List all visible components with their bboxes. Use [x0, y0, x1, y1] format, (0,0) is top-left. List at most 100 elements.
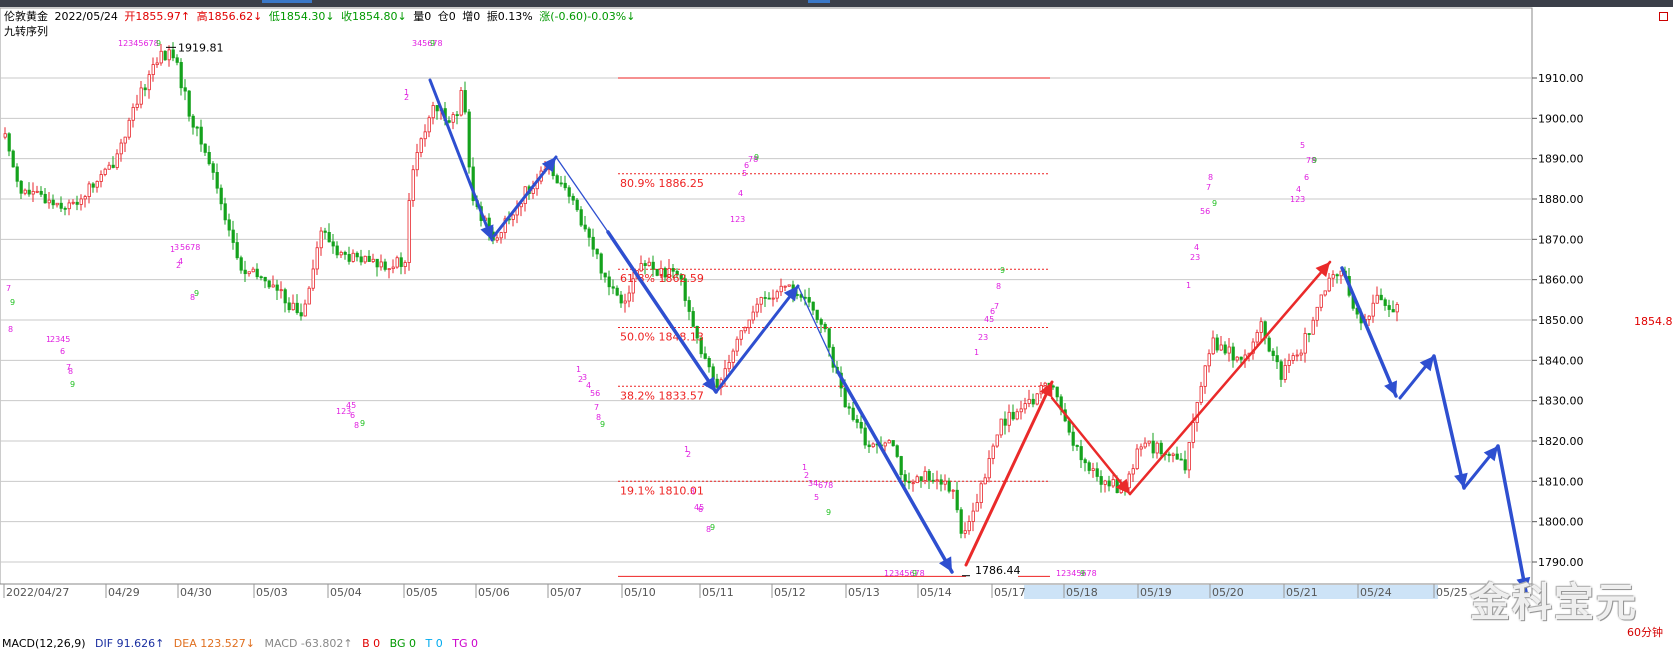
td-count-mark: 6	[350, 411, 355, 420]
candle-body	[231, 229, 235, 243]
candle-body	[107, 164, 111, 170]
candle-body	[23, 189, 27, 194]
candle-body	[1279, 361, 1283, 380]
candle-body	[1099, 476, 1103, 485]
candle-body	[1227, 346, 1231, 354]
td-count-mark: 9	[1000, 266, 1005, 275]
td-count-mark: 5678	[180, 243, 200, 252]
price-axis-label: 1900.00	[1538, 112, 1584, 125]
td-count-mark: 9	[826, 508, 831, 517]
candle-body	[255, 268, 259, 278]
candle-body	[371, 258, 375, 262]
time-axis-label: 05/18	[1066, 586, 1098, 599]
candle-body	[1023, 403, 1027, 410]
td-count-mark: 12345678	[118, 39, 159, 48]
candle-body	[615, 287, 619, 296]
candle-body	[863, 427, 867, 446]
candle-body	[267, 280, 271, 288]
candle-body	[827, 328, 831, 348]
td-count-mark: 2	[686, 450, 691, 459]
candle-body	[327, 231, 331, 243]
candle-body	[35, 190, 39, 193]
candle-body	[859, 421, 863, 429]
candle-body	[1011, 411, 1015, 420]
td-count-mark: 12345678	[884, 569, 925, 578]
candle-body	[1375, 294, 1379, 304]
td-count-mark: 6	[1304, 173, 1309, 182]
candle-body	[175, 57, 179, 63]
candle-body	[151, 64, 155, 76]
candle-body	[7, 133, 11, 152]
candle-body	[1015, 411, 1019, 420]
td-count-mark: 345678	[412, 39, 443, 48]
candle-body	[367, 255, 371, 262]
period-selector[interactable]: 60分钟	[1627, 624, 1663, 640]
candle-body	[299, 312, 303, 317]
candle-body	[999, 418, 1003, 436]
candle-body	[1283, 365, 1287, 380]
indicator-name-label[interactable]: 九转序列	[4, 25, 48, 39]
candle-body	[1083, 459, 1087, 464]
candle-body	[883, 442, 887, 447]
candle-body	[1111, 479, 1115, 487]
candle-body	[1295, 354, 1299, 357]
quote-info-bar: 伦敦黄金 2022/05/24 开1855.97↑ 高1856.62↓ 低185…	[4, 10, 638, 24]
candle-body	[1215, 337, 1219, 351]
candle-body	[855, 419, 859, 423]
candle-body	[187, 90, 191, 117]
candle-body	[463, 90, 467, 113]
candle-body	[247, 271, 251, 275]
macd-name[interactable]: MACD(12,26,9)	[2, 637, 86, 650]
price-chart[interactable]: 1910.00 1900.00 1890.00 1880.00 1870.00 1860.…	[0, 0, 1673, 650]
td-count-mark: 23	[1190, 253, 1200, 262]
candle-body	[939, 479, 943, 485]
increase: 增0	[462, 10, 481, 23]
td-count-mark: 7	[994, 302, 999, 311]
candle-body	[139, 87, 143, 105]
candle-body	[759, 297, 763, 305]
td-count-mark: 1	[1186, 281, 1191, 290]
candle-body	[1019, 408, 1023, 413]
candle-body	[1255, 332, 1259, 343]
candle-body	[1331, 274, 1335, 279]
candle-body	[1299, 352, 1303, 356]
candle-body	[171, 49, 175, 59]
candle-body	[775, 291, 779, 299]
candle-body	[803, 296, 807, 299]
candle-body	[1159, 442, 1163, 455]
candle-body	[1127, 473, 1131, 489]
open-price: 开1855.97↑	[124, 10, 191, 23]
candle-body	[99, 174, 103, 182]
candle-body	[811, 301, 815, 311]
candle-body	[571, 195, 575, 201]
td-count-mark: 1	[974, 348, 979, 357]
candle-body	[1267, 337, 1271, 352]
candle-body	[75, 201, 79, 205]
candle-body	[103, 168, 107, 175]
candle-body	[63, 207, 67, 210]
candle-body	[1211, 337, 1215, 355]
close-icon[interactable]	[1659, 12, 1668, 21]
time-axis-label: 05/20	[1212, 586, 1244, 599]
price-axis-label: 1800.00	[1538, 516, 1584, 529]
price-axis-label: 1910.00	[1538, 72, 1584, 85]
time-axis-label: 05/24	[1360, 586, 1392, 599]
macd-dif: DIF 91.626↑	[95, 637, 165, 650]
candle-body	[627, 292, 631, 302]
td-count-mark: 123	[1290, 195, 1305, 204]
price-axis-label: 1840.00	[1538, 354, 1584, 367]
candle-body	[611, 286, 615, 289]
candle-body	[751, 311, 755, 321]
candle-body	[1311, 319, 1315, 335]
candle-body	[1035, 393, 1039, 405]
candle-body	[395, 257, 399, 268]
candle-body	[279, 289, 283, 292]
candle-body	[451, 114, 455, 123]
td-count-mark: 9	[1212, 199, 1217, 208]
candle-body	[19, 180, 23, 194]
td-count-mark: 2345	[50, 335, 70, 344]
candle-body	[71, 201, 75, 204]
candle-body	[559, 182, 563, 185]
macd-info-bar: MACD(12,26,9) DIF 91.626↑ DEA 123.527↓ M…	[2, 637, 484, 650]
candle-body	[1307, 333, 1311, 335]
